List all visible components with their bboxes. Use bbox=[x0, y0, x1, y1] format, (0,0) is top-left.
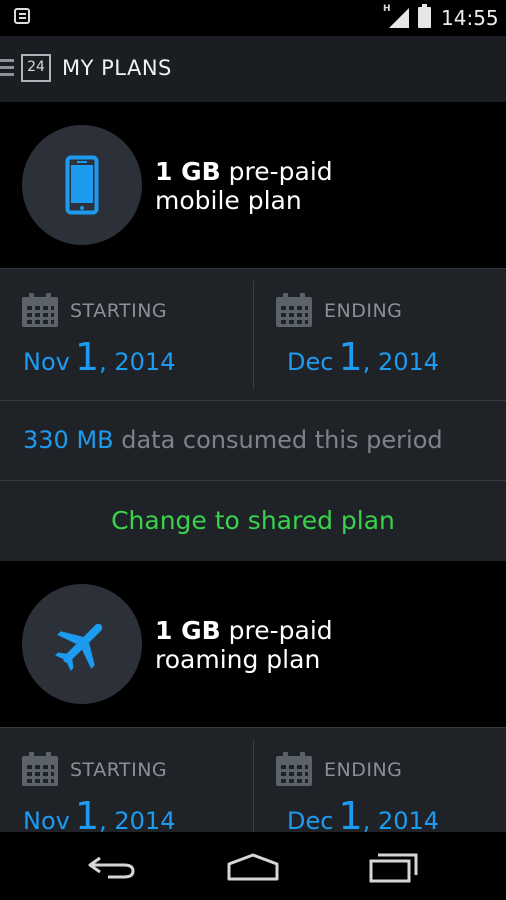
plan-title: 1 GB pre-paid roaming plan bbox=[155, 616, 333, 674]
calendar-icon bbox=[276, 752, 312, 786]
start-month: Nov bbox=[23, 807, 70, 835]
plan-title: 1 GB pre-paid mobile plan bbox=[155, 157, 333, 215]
notification-icon bbox=[14, 8, 30, 24]
plan-dates-mobile: STARTING Nov 1, 2014 ENDING Dec 1, 2014 bbox=[0, 268, 506, 401]
home-icon[interactable] bbox=[226, 852, 280, 882]
end-month: Dec bbox=[287, 348, 334, 376]
calendar-icon bbox=[22, 752, 58, 786]
start-date-section[interactable]: STARTING Nov 1, 2014 bbox=[0, 269, 253, 401]
smartphone-icon bbox=[65, 155, 99, 215]
change-to-shared-plan-button[interactable]: Change to shared plan bbox=[0, 506, 506, 535]
data-consumed-row: 330 MB data consumed this period bbox=[0, 400, 506, 481]
plan-icon-circle bbox=[22, 584, 142, 704]
calendar-number: 24 bbox=[27, 59, 45, 75]
back-icon[interactable] bbox=[86, 854, 138, 880]
end-year: , 2014 bbox=[362, 807, 440, 835]
status-time: 14:55 bbox=[441, 6, 499, 30]
app-calendar-icon[interactable]: 24 bbox=[21, 54, 51, 82]
data-consumed-label: data consumed this period bbox=[113, 426, 443, 454]
plan-kind: mobile plan bbox=[155, 186, 302, 215]
plan-amount: 1 GB bbox=[155, 616, 221, 645]
plan-kind: roaming plan bbox=[155, 645, 321, 674]
signal-icon bbox=[389, 8, 409, 28]
start-year: , 2014 bbox=[99, 348, 176, 376]
page-title: MY PLANS bbox=[62, 56, 172, 80]
start-month: Nov bbox=[23, 348, 70, 376]
start-date: Nov 1, 2014 bbox=[23, 335, 175, 379]
end-date-section[interactable]: ENDING Dec 1, 2014 bbox=[254, 269, 506, 401]
action-bar: 24 MY PLANS bbox=[0, 36, 506, 102]
plan-type-text: pre-paid bbox=[220, 616, 333, 645]
drawer-menu-icon[interactable] bbox=[0, 59, 14, 77]
end-label: ENDING bbox=[324, 300, 403, 322]
plan-header-mobile[interactable]: 1 GB pre-paid mobile plan bbox=[0, 102, 506, 268]
data-consumed-text: 330 MB data consumed this period bbox=[23, 426, 443, 454]
end-year: , 2014 bbox=[362, 348, 440, 376]
start-day: 1 bbox=[74, 335, 100, 379]
system-navigation-bar bbox=[0, 832, 506, 900]
start-year: , 2014 bbox=[99, 807, 176, 835]
start-label: STARTING bbox=[70, 300, 168, 322]
plan-icon-circle bbox=[22, 125, 142, 245]
battery-icon bbox=[418, 4, 431, 28]
airplane-icon bbox=[55, 623, 103, 671]
recent-apps-icon[interactable] bbox=[368, 850, 420, 884]
start-label: STARTING bbox=[70, 759, 168, 781]
plan-header-roaming[interactable]: 1 GB pre-paid roaming plan bbox=[0, 561, 506, 727]
plan-type-text: pre-paid bbox=[220, 157, 333, 186]
calendar-icon bbox=[22, 293, 58, 327]
plan-amount: 1 GB bbox=[155, 157, 221, 186]
change-plan-row: Change to shared plan bbox=[0, 480, 506, 561]
data-consumed-value: 330 MB bbox=[23, 426, 114, 454]
end-label: ENDING bbox=[324, 759, 403, 781]
end-date: Dec 1, 2014 bbox=[287, 335, 439, 379]
calendar-icon bbox=[276, 293, 312, 327]
end-month: Dec bbox=[287, 807, 334, 835]
status-bar: H 14:55 bbox=[0, 0, 506, 36]
end-day: 1 bbox=[338, 335, 363, 379]
